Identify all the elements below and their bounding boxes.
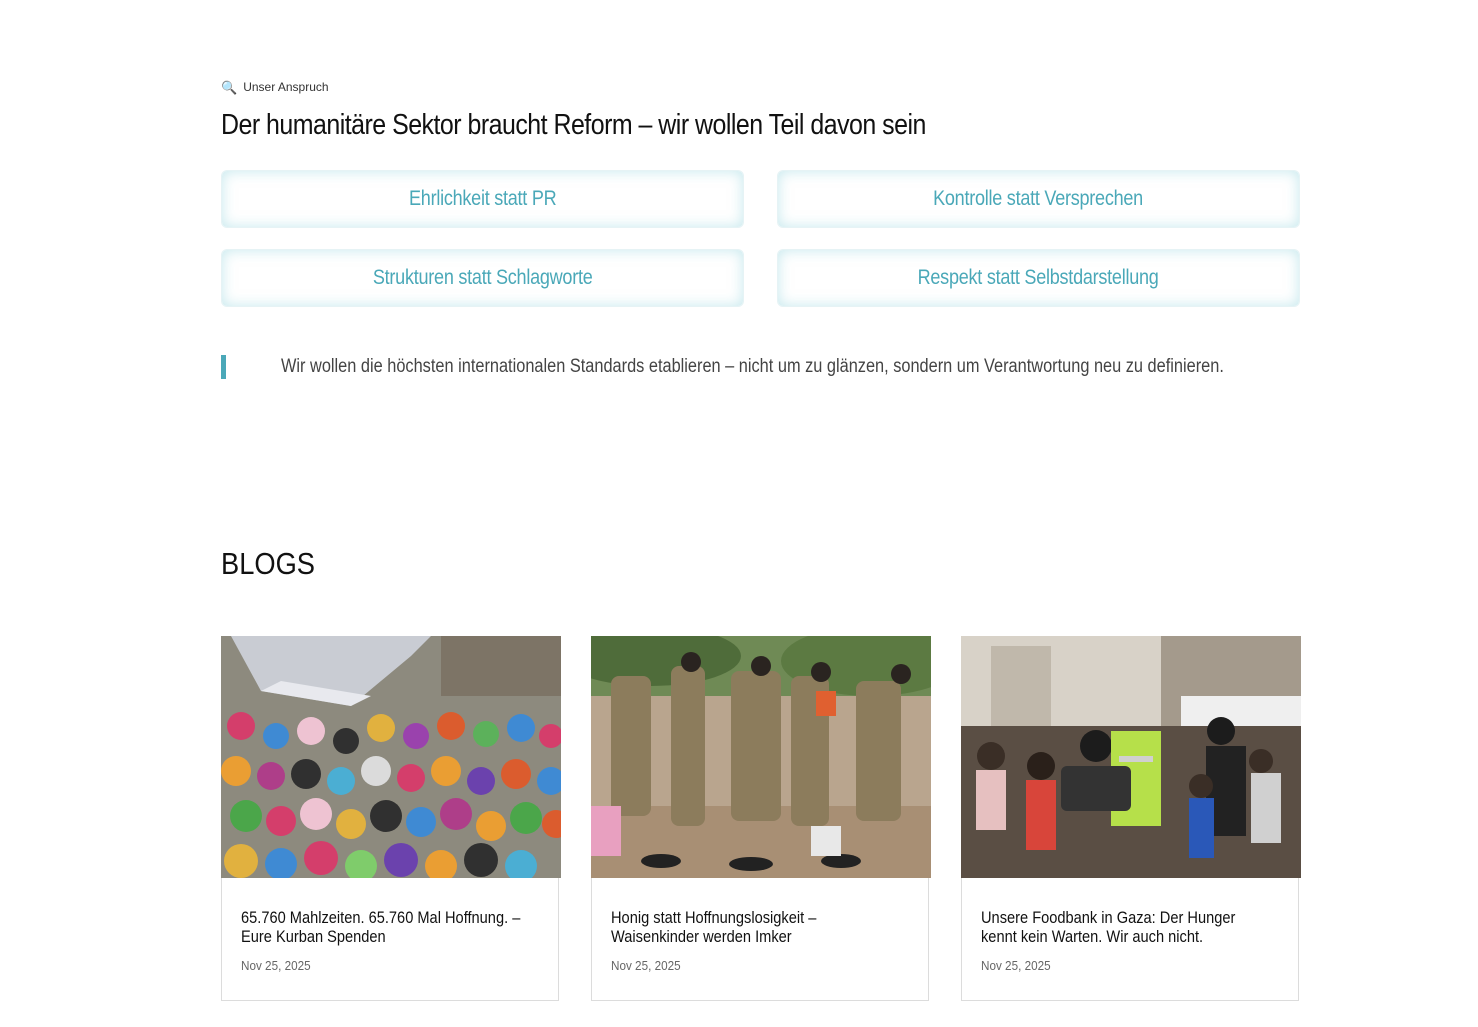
pill-label: Kontrolle statt Versprechen bbox=[933, 187, 1144, 210]
quote-accent-bar bbox=[221, 355, 226, 379]
blog-card-image[interactable] bbox=[961, 636, 1301, 878]
blog-card-date: Nov 25, 2025 bbox=[981, 958, 1051, 973]
pill-label: Respekt statt Selbstdarstellung bbox=[918, 266, 1159, 289]
magnifier-icon: 🔍 bbox=[221, 79, 238, 95]
blog-card-title[interactable]: 65.760 Mahlzeiten. 65.760 Mal Hoffnung. … bbox=[241, 908, 525, 946]
blog-card[interactable]: Unsere Foodbank in Gaza: Der Hunger kenn… bbox=[961, 636, 1301, 1001]
blog-card-date: Nov 25, 2025 bbox=[611, 958, 681, 973]
eyebrow-label: Unser Anspruch bbox=[243, 80, 329, 94]
blog-card-image[interactable] bbox=[221, 636, 561, 878]
pill-label: Strukturen statt Schlagworte bbox=[372, 266, 593, 289]
blog-card-date: Nov 25, 2025 bbox=[241, 958, 311, 973]
value-pill-honesty: Ehrlichkeit statt PR bbox=[221, 170, 744, 228]
blog-card-title[interactable]: Unsere Foodbank in Gaza: Der Hunger kenn… bbox=[981, 908, 1265, 946]
section-eyebrow: 🔍 Unser Anspruch bbox=[221, 80, 329, 94]
pill-label: Ehrlichkeit statt PR bbox=[408, 187, 557, 210]
mission-quote: Wir wollen die höchsten internationalen … bbox=[281, 356, 1224, 377]
blog-card-image[interactable] bbox=[591, 636, 931, 878]
blog-card-title[interactable]: Honig statt Hoffnungslosigkeit – Waisenk… bbox=[611, 908, 895, 946]
blog-card[interactable]: Honig statt Hoffnungslosigkeit – Waisenk… bbox=[591, 636, 931, 1001]
value-pill-control: Kontrolle statt Versprechen bbox=[777, 170, 1300, 228]
value-pill-structures: Strukturen statt Schlagworte bbox=[221, 249, 744, 307]
blogs-heading: BLOGS bbox=[221, 546, 316, 581]
blog-card[interactable]: 65.760 Mahlzeiten. 65.760 Mal Hoffnung. … bbox=[221, 636, 561, 1001]
value-pill-respect: Respekt statt Selbstdarstellung bbox=[777, 249, 1300, 307]
page: 🔍 Unser Anspruch Der humanitäre Sektor b… bbox=[0, 0, 1478, 1027]
section-headline: Der humanitäre Sektor braucht Reform – w… bbox=[221, 109, 926, 141]
